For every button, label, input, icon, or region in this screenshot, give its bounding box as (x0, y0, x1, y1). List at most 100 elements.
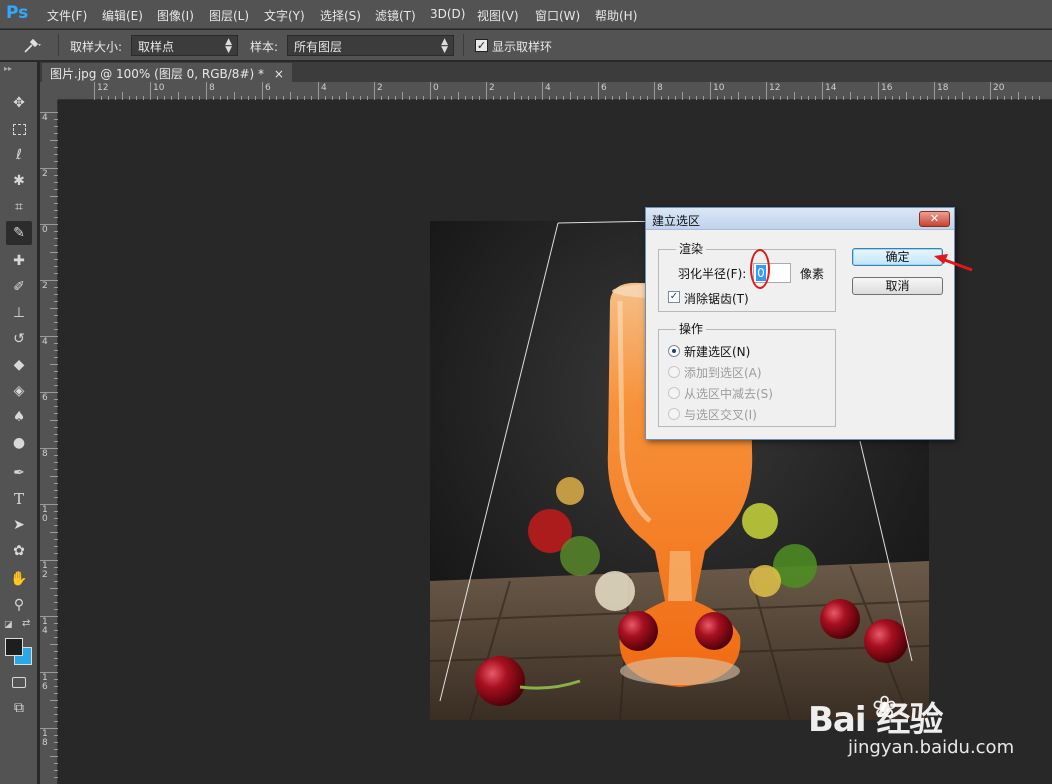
ruler-tick (990, 82, 991, 100)
clone-stamp-icon[interactable]: ⊥ (6, 301, 32, 325)
ruler-minor-tick (850, 92, 851, 100)
ruler-label: 4 (321, 83, 327, 93)
eyedropper-icon[interactable]: ✎ (6, 221, 32, 245)
operation-group-label: 操作 (676, 320, 707, 337)
cancel-button[interactable]: 取消 (852, 277, 943, 295)
feather-label: 羽化半径(F): (678, 267, 747, 281)
ruler-label: 8 (657, 83, 663, 93)
swap-colors-icon[interactable]: ⇄ (22, 618, 30, 629)
eraser-icon[interactable]: ◆ (6, 353, 32, 377)
paint-bucket-icon[interactable]: ◈ (6, 379, 32, 403)
sample-value: 所有图层 (294, 40, 343, 54)
ruler-label: 12 (97, 83, 109, 93)
menu-edit[interactable]: 编辑(E) (102, 7, 143, 24)
type-icon[interactable]: T (6, 487, 32, 511)
ruler-tick (374, 82, 375, 100)
ruler-tick (206, 82, 207, 100)
close-icon[interactable]: ✕ (919, 211, 950, 227)
ruler-tick (766, 82, 767, 100)
zoom-icon[interactable]: ⚲ (6, 593, 32, 617)
ruler-minor-tick (50, 364, 58, 365)
antialias-checkbox[interactable]: ✓ (668, 291, 680, 303)
sample-label: 样本: (250, 40, 279, 54)
document-tab[interactable]: 图片.jpg @ 100% (图层 0, RGB/8#) * × (42, 63, 292, 82)
foreground-color-swatch[interactable] (5, 638, 23, 656)
move-icon[interactable]: ✥ (6, 91, 32, 115)
default-colors-icon[interactable]: ◪ (4, 620, 13, 630)
new-selection-radio[interactable] (668, 345, 680, 357)
ruler-label: 20 (993, 83, 1005, 93)
dialog-title: 建立选区 (652, 214, 701, 228)
show-ring-checkbox[interactable]: ✓ (475, 39, 488, 52)
blur-icon[interactable]: ♠ (6, 405, 32, 429)
sample-size-value: 取样点 (138, 40, 175, 54)
ruler-label: 4 (545, 83, 551, 93)
ruler-minor-tick (570, 92, 571, 100)
dialog-titlebar[interactable]: 建立选区 ✕ (646, 208, 954, 230)
ruler-minor-tick (962, 92, 963, 100)
ruler-label: 12 (42, 561, 48, 580)
ruler-label: 4 (42, 337, 48, 347)
eyedropper-preset-icon[interactable] (22, 36, 42, 54)
menu-view[interactable]: 视图(V) (477, 7, 519, 24)
ruler-label: 16 (881, 83, 893, 93)
history-brush-icon[interactable]: ↺ (6, 327, 32, 351)
intersect-selection-label: 与选区交叉(I) (684, 408, 757, 422)
path-select-icon[interactable]: ➤ (6, 513, 32, 537)
ruler-minor-tick (514, 92, 515, 100)
menu-file[interactable]: 文件(F) (47, 7, 87, 24)
shape-icon[interactable]: ✿ (6, 539, 32, 563)
ruler-tick (822, 82, 823, 100)
menu-help[interactable]: 帮助(H) (595, 7, 637, 24)
menu-filter[interactable]: 滤镜(T) (375, 7, 416, 24)
menu-window[interactable]: 窗口(W) (535, 7, 580, 24)
intersect-selection-radio[interactable] (668, 408, 680, 420)
updown-arrows-icon: ▲ ▼ (441, 37, 448, 55)
menu-type[interactable]: 文字(Y) (264, 7, 305, 24)
sample-size-select[interactable]: 取样点 ▲ ▼ (131, 35, 238, 56)
annotation-arrow (932, 250, 976, 274)
brush-icon[interactable]: ✐ (6, 275, 32, 299)
subtract-selection-label: 从选区中减去(S) (684, 387, 773, 401)
menu-bar: Ps 文件(F) 编辑(E) 图像(I) 图层(L) 文字(Y) 选择(S) 滤… (0, 0, 1052, 29)
render-group-label: 渲染 (676, 240, 707, 257)
ruler-label: 4 (42, 113, 48, 123)
magic-wand-icon[interactable]: ✱ (6, 169, 32, 193)
hand-icon[interactable]: ✋ (6, 567, 32, 591)
ruler-label: 0 (42, 225, 48, 235)
crop-icon[interactable]: ⌗ (6, 195, 32, 219)
options-bar: 取样大小: 取样点 ▲ ▼ 样本: 所有图层 ▲ ▼ ✓ 显示取样环 (0, 30, 1052, 61)
close-tab-icon[interactable]: × (274, 67, 284, 81)
ruler-tick (598, 82, 599, 100)
sample-select[interactable]: 所有图层 ▲ ▼ (287, 35, 454, 56)
menu-select[interactable]: 选择(S) (320, 7, 361, 24)
screen-mode-icon[interactable]: ⧉ (6, 696, 32, 720)
pen-icon[interactable]: ✒ (6, 461, 32, 485)
ruler-origin[interactable] (40, 82, 58, 100)
document-tab-title: 图片.jpg @ 100% (图层 0, RGB/8#) * (50, 67, 264, 81)
ruler-label: 6 (601, 83, 607, 93)
ruler-minor-tick (1018, 92, 1019, 100)
menu-3d[interactable]: 3D(D) (430, 7, 465, 21)
menu-image[interactable]: 图像(I) (157, 7, 194, 24)
ruler-tick (486, 82, 487, 100)
ok-button[interactable]: 确定 (852, 248, 943, 266)
add-selection-radio[interactable] (668, 366, 680, 378)
dodge-icon[interactable]: ● (6, 431, 32, 455)
ruler-label: 6 (265, 83, 271, 93)
antialias-label[interactable]: 消除锯齿(T) (684, 290, 749, 307)
add-selection-label: 添加到选区(A) (684, 366, 762, 380)
lasso-icon[interactable]: ℓ (6, 143, 32, 167)
subtract-selection-radio[interactable] (668, 387, 680, 399)
collapse-icon[interactable]: ▸▸ (4, 64, 12, 73)
marquee-icon[interactable] (6, 117, 32, 141)
ruler-tick (878, 82, 879, 100)
make-selection-dialog: 建立选区 ✕ 渲染 羽化半径(F): 0 像素 ✓ 消除锯齿(T) 操作 新建选… (645, 207, 955, 440)
new-selection-label[interactable]: 新建选区(N) (684, 343, 750, 360)
healing-brush-icon[interactable]: ✚ (6, 249, 32, 273)
ruler-label: 12 (769, 83, 781, 93)
ruler-tick (318, 82, 319, 100)
quick-mask-icon[interactable] (6, 670, 32, 694)
menu-layer[interactable]: 图层(L) (209, 7, 249, 24)
ruler-label: 2 (42, 169, 48, 179)
